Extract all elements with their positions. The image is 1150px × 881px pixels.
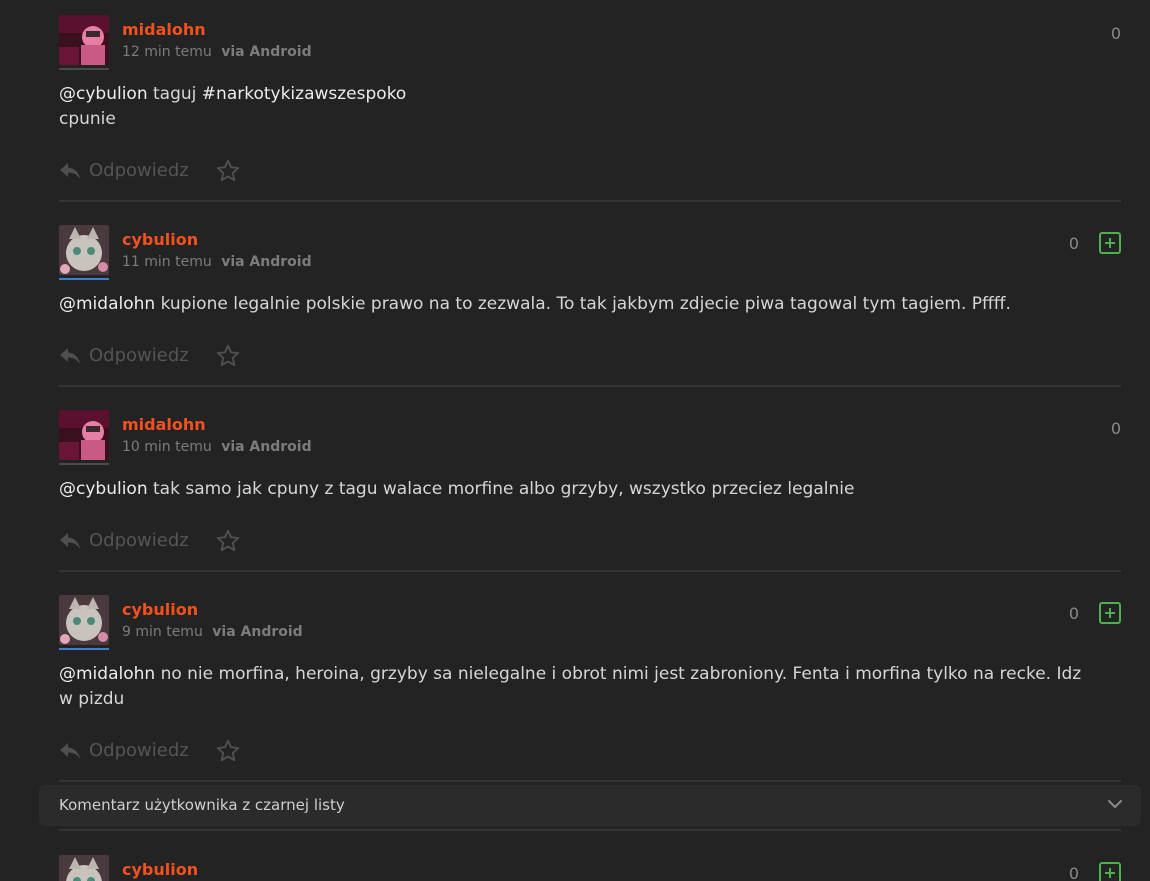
reply-arrow-icon	[60, 742, 80, 759]
via-platform: via Android	[212, 624, 303, 640]
timestamp[interactable]: 12 min temu	[122, 44, 212, 60]
vote-count: 0	[1068, 864, 1079, 881]
reply-arrow-icon	[60, 347, 80, 364]
hashtag-link[interactable]: #narkotykizawszespoko	[202, 84, 407, 104]
via-platform: via Android	[221, 254, 312, 270]
comment: cybulion 9 min temu via Android 0 @midal…	[59, 595, 1121, 772]
via-platform: via Android	[221, 44, 312, 60]
comment-text: tak samo jak cpuny z tagu walace morfine…	[147, 479, 855, 499]
star-outline-icon[interactable]	[215, 343, 241, 369]
vote-count: 0	[1068, 234, 1079, 253]
timestamp[interactable]: 10 min temu	[122, 439, 212, 455]
comment-body: @midalohn kupione legalnie polskie prawo…	[59, 292, 1089, 317]
avatar-underline	[59, 68, 109, 70]
user-mention[interactable]: @midalohn	[59, 294, 155, 314]
reply-arrow-icon	[60, 532, 80, 549]
reply-button[interactable]: Odpowiedz	[59, 345, 189, 366]
comment-meta: 12 min temu via Android	[122, 44, 312, 60]
reply-label: Odpowiedz	[89, 160, 189, 181]
comment-header: midalohn 10 min temu via Android 0	[59, 410, 1121, 466]
user-mention[interactable]: @cybulion	[59, 479, 148, 499]
comment-header: cybulion 11 min temu via Android 0	[59, 225, 1121, 281]
reply-label: Odpowiedz	[89, 345, 189, 366]
reply-label: Odpowiedz	[89, 740, 189, 761]
reply-button[interactable]: Odpowiedz	[59, 530, 189, 551]
blacklisted-comment-toggle[interactable]: Komentarz użytkownika z czarnej listy	[39, 785, 1141, 826]
author-name[interactable]: cybulion	[122, 860, 198, 879]
comment-divider	[59, 780, 1121, 782]
star-outline-icon[interactable]	[215, 738, 241, 764]
reply-button[interactable]: Odpowiedz	[59, 740, 189, 761]
avatar-underline	[59, 648, 109, 650]
comment-text-line2: cpunie	[59, 109, 116, 129]
comment-body: @midalohn no nie morfina, heroina, grzyb…	[59, 662, 1089, 712]
comment-divider	[59, 200, 1121, 202]
avatar-image	[59, 15, 109, 65]
user-mention[interactable]: @cybulion	[59, 84, 148, 104]
author-name[interactable]: cybulion	[122, 600, 198, 619]
avatar[interactable]	[59, 410, 109, 460]
comment-meta: 10 min temu via Android	[122, 439, 312, 455]
avatar-underline	[59, 463, 109, 465]
comment-actions: Odpowiedz	[59, 337, 1121, 377]
vote-count: 0	[1110, 24, 1121, 43]
comment-header: cybulion 9 min temu via Android 0	[59, 595, 1121, 651]
comment-text: taguj	[147, 84, 202, 104]
timestamp[interactable]: 11 min temu	[122, 254, 212, 270]
avatar-image	[59, 855, 109, 881]
vote-count: 0	[1068, 604, 1079, 623]
author-name[interactable]: midalohn	[122, 415, 206, 434]
comment-divider	[59, 385, 1121, 387]
comment-meta: 9 min temu via Android	[122, 624, 303, 640]
plus-vote-button[interactable]	[1099, 602, 1121, 624]
author-name[interactable]: cybulion	[122, 230, 198, 249]
plus-vote-button[interactable]	[1099, 862, 1121, 881]
reply-label: Odpowiedz	[89, 530, 189, 551]
comment-text: no nie morfina, heroina, grzyby sa niele…	[59, 664, 1082, 709]
blacklisted-comment-label: Komentarz użytkownika z czarnej listy	[59, 796, 345, 814]
via-platform: via Android	[221, 439, 312, 455]
comment: cybulion 11 min temu via Android 0 @mida…	[59, 225, 1121, 377]
avatar-image	[59, 225, 109, 275]
author-name[interactable]: midalohn	[122, 20, 206, 39]
comment-actions: Odpowiedz	[59, 152, 1121, 192]
timestamp[interactable]: 9 min temu	[122, 624, 203, 640]
chevron-down-icon	[1108, 800, 1122, 808]
comment-meta: 11 min temu via Android	[122, 254, 312, 270]
vote-count: 0	[1110, 419, 1121, 438]
comment-text: kupione legalnie polskie prawo na to zez…	[155, 294, 1011, 314]
avatar[interactable]	[59, 595, 109, 645]
comment-divider	[59, 570, 1121, 572]
plus-vote-button[interactable]	[1099, 232, 1121, 254]
comment-header: midalohn 12 min temu via Android 0	[59, 15, 1121, 71]
comment-body: @cybulion tak samo jak cpuny z tagu wala…	[59, 477, 1089, 502]
comment-divider	[59, 829, 1121, 831]
comment-actions: Odpowiedz	[59, 732, 1121, 772]
avatar-image	[59, 595, 109, 645]
avatar-image	[59, 410, 109, 460]
reply-button[interactable]: Odpowiedz	[59, 160, 189, 181]
comment: cybulion 0	[59, 855, 1121, 881]
reply-arrow-icon	[60, 162, 80, 179]
comment: midalohn 10 min temu via Android 0 @cybu…	[59, 410, 1121, 562]
avatar-underline	[59, 278, 109, 280]
user-mention[interactable]: @midalohn	[59, 664, 155, 684]
avatar[interactable]	[59, 15, 109, 65]
star-outline-icon[interactable]	[215, 158, 241, 184]
avatar[interactable]	[59, 855, 109, 881]
avatar[interactable]	[59, 225, 109, 275]
comment: midalohn 12 min temu via Android 0 @cybu…	[59, 15, 1121, 192]
comment-body: @cybulion taguj #narkotykizawszespoko cp…	[59, 82, 1089, 132]
star-outline-icon[interactable]	[215, 528, 241, 554]
comment-actions: Odpowiedz	[59, 522, 1121, 562]
comment-header: cybulion 0	[59, 855, 1121, 881]
